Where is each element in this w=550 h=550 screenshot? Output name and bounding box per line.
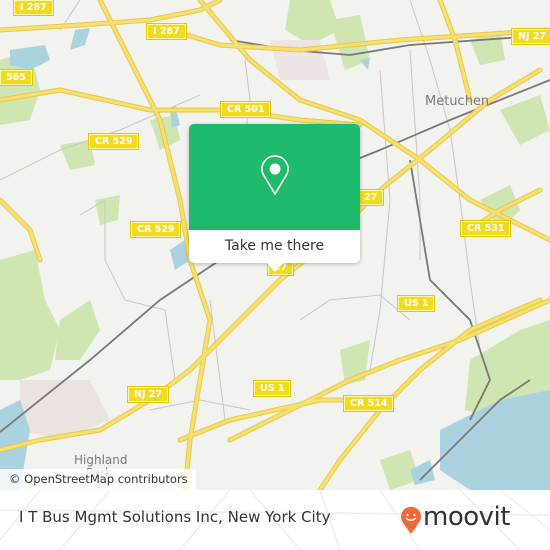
road-shield-nj27: NJ 27 xyxy=(510,28,550,45)
place-title: I T Bus Mgmt Solutions Inc, New York Cit… xyxy=(19,508,331,526)
location-pin-icon xyxy=(261,155,289,195)
road-shield-us1: US 1 xyxy=(252,380,292,397)
map-view[interactable]: I 287 I 287 NJ 27 565 CR 501 CR 529 CR 5… xyxy=(0,0,550,490)
road-shield-cr514: CR 514 xyxy=(342,395,395,412)
place-label-highland-park: Highland xyxy=(74,453,128,467)
road-shield-nj27: 27 xyxy=(356,189,385,206)
popup-header xyxy=(189,124,360,230)
popup-pointer xyxy=(267,263,283,272)
road-shield-cr531: CR 531 xyxy=(459,220,512,237)
road-shield-i287: I 287 xyxy=(13,0,54,16)
road-shield-cr501: CR 501 xyxy=(219,101,272,118)
road-shield-i287: I 287 xyxy=(146,23,187,40)
road-shield-cr529: CR 529 xyxy=(87,133,140,150)
place-label-metuchen: Metuchen xyxy=(425,94,490,109)
road-shield-cr529: CR 529 xyxy=(129,221,182,238)
road-shield-nj27: NJ 27 xyxy=(126,386,170,403)
road-shield-cr565: 565 xyxy=(0,69,33,86)
take-me-there-popup[interactable]: Take me there xyxy=(189,124,360,272)
road-shield-us1: US 1 xyxy=(396,295,436,312)
footer-bar: I T Bus Mgmt Solutions Inc, New York Cit… xyxy=(0,490,550,550)
map-attribution[interactable]: © OpenStreetMap contributors xyxy=(0,469,196,490)
moovit-pin-icon xyxy=(401,506,421,534)
moovit-wordmark: moovit xyxy=(423,502,510,532)
take-me-there-button[interactable]: Take me there xyxy=(189,230,360,263)
